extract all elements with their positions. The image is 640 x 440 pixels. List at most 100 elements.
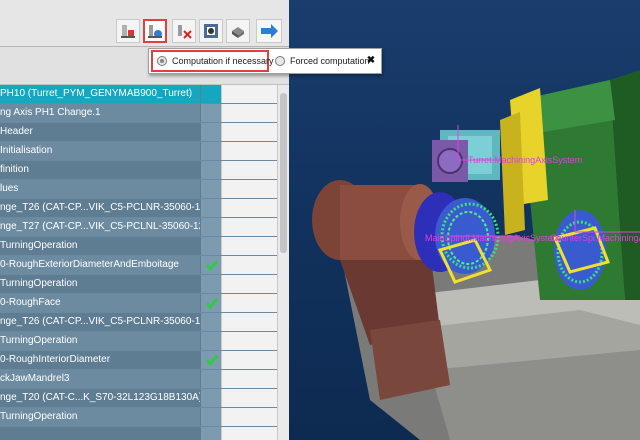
check-icon — [205, 298, 219, 310]
radio-forced[interactable] — [275, 56, 285, 66]
tree-row[interactable]: ng Axis PH1 Change.1 — [0, 104, 277, 123]
empty-cell — [221, 237, 277, 255]
tree-row-label: 0-RoughExteriorDiameterAndEmboitage — [0, 256, 200, 274]
tree-row[interactable] — [0, 427, 277, 440]
status-cell — [200, 123, 221, 141]
tree-row[interactable]: nge_T26 (CAT-CP...VIK_C5-PCLNR-35060-12)… — [0, 313, 277, 332]
radio-if-necessary[interactable] — [157, 56, 167, 66]
tree-row-label: TurningOperation — [0, 408, 200, 426]
empty-cell — [221, 161, 277, 179]
computation-mode-popup: Computation if necessary Forced computat… — [148, 48, 382, 74]
stock-button[interactable] — [226, 19, 250, 43]
status-cell — [200, 389, 221, 407]
tree-row-label: nge_T27 (CAT-CP...VIK_C5-PCLNL-35060-12)… — [0, 218, 200, 236]
tree-row-label: PH10 (Turret_PYM_GENYMAB900_Turret) — [0, 85, 200, 103]
empty-cell — [221, 142, 277, 160]
status-cell — [200, 218, 221, 236]
tree-row[interactable]: TurningOperation — [0, 332, 277, 351]
status-cell — [200, 427, 221, 440]
tree-row-label: nge_T20 (CAT-C...K_S70-32L123G18B130A)) — [0, 389, 200, 407]
empty-cell — [221, 427, 277, 440]
scroll-thumb[interactable] — [280, 93, 287, 253]
machine-simulation-button[interactable] — [199, 19, 223, 43]
status-cell — [200, 161, 221, 179]
empty-cell — [221, 351, 277, 369]
turret-axis-label: Turret.MachiningAxisSystem — [468, 155, 582, 165]
computation-if-necessary-label: Computation if necessary — [172, 56, 274, 66]
tree-row[interactable]: 0-RoughExteriorDiameterAndEmboitage — [0, 256, 277, 275]
arrow-right-icon — [261, 24, 278, 38]
tree-row-label: nge_T26 (CAT-CP...VIK_C5-PCLNR-35060-12)… — [0, 313, 200, 331]
tree-row-label: Initialisation — [0, 142, 200, 160]
check-icon — [205, 355, 219, 367]
status-cell — [200, 294, 221, 312]
status-cell — [200, 370, 221, 388]
tree-scrollbar[interactable] — [277, 85, 289, 440]
status-cell — [200, 199, 221, 217]
status-cell — [200, 332, 221, 350]
remove-computation-icon — [178, 25, 192, 39]
tree-row[interactable]: nge_T20 (CAT-C...K_S70-32L123G18B130A)) — [0, 389, 277, 408]
status-cell — [200, 313, 221, 331]
tree-row[interactable]: 0-RoughFace — [0, 294, 277, 313]
process-tree[interactable]: PH10 (Turret_PYM_GENYMAB900_Turret) ng Ax… — [0, 85, 277, 440]
counter-spindle-axis-label: CounterSpi.MachiningAxisSystem — [550, 233, 640, 243]
tree-row[interactable]: TurningOperation — [0, 237, 277, 256]
status-cell — [200, 351, 221, 369]
status-cell — [200, 408, 221, 426]
close-icon[interactable]: ✖ — [365, 54, 377, 68]
computation-if-necessary-option[interactable]: Computation if necessary — [151, 50, 274, 72]
tree-row-label: TurningOperation — [0, 237, 200, 255]
tree-row-label — [0, 427, 200, 440]
status-cell — [200, 142, 221, 160]
check-icon — [205, 260, 219, 272]
tree-row-label: 0-RoughInteriorDiameter — [0, 351, 200, 369]
tree-row[interactable]: 0-RoughInteriorDiameter — [0, 351, 277, 370]
tree-row-label: nge_T26 (CAT-CP...VIK_C5-PCLNR-35060-12)… — [0, 199, 200, 217]
empty-cell — [221, 180, 277, 198]
status-cell — [200, 180, 221, 198]
next-button[interactable] — [256, 19, 282, 43]
tool-holder-icon — [121, 25, 135, 38]
forced-computation-option[interactable]: Forced computation — [273, 50, 370, 72]
empty-cell — [221, 408, 277, 426]
tree-row-label: ckJawMandrel3 — [0, 370, 200, 388]
app-window: Turret.MachiningAxisSystem MainSpindl.Ma… — [0, 0, 640, 440]
status-cell — [200, 275, 221, 293]
empty-cell — [221, 313, 277, 331]
empty-cell — [221, 123, 277, 141]
tree-row[interactable]: finition — [0, 161, 277, 180]
tree-row[interactable]: nge_T27 (CAT-CP...VIK_C5-PCLNL-35060-12)… — [0, 218, 277, 237]
empty-cell — [221, 294, 277, 312]
status-cell — [200, 237, 221, 255]
tree-row[interactable]: Initialisation — [0, 142, 277, 161]
tree-row-label: TurningOperation — [0, 332, 200, 350]
tool-holder-button[interactable] — [116, 19, 140, 43]
tree-row[interactable]: ckJawMandrel3 — [0, 370, 277, 389]
empty-cell — [221, 85, 277, 103]
tree-row-label: Header — [0, 123, 200, 141]
tree-row[interactable]: Header — [0, 123, 277, 142]
tree-row[interactable]: TurningOperation — [0, 408, 277, 427]
compute-button[interactable] — [143, 19, 167, 43]
status-cell — [200, 256, 221, 274]
tree-row[interactable]: PH10 (Turret_PYM_GENYMAB900_Turret) — [0, 85, 277, 104]
stock-icon — [232, 27, 244, 38]
tree-row-label: finition — [0, 161, 200, 179]
toolbar — [0, 0, 289, 47]
tree-row-label: lues — [0, 180, 200, 198]
tree-row-label: ng Axis PH1 Change.1 — [0, 104, 200, 122]
empty-cell — [221, 199, 277, 217]
empty-cell — [221, 370, 277, 388]
tree-row-label: 0-RoughFace — [0, 294, 200, 312]
tree-row[interactable]: lues — [0, 180, 277, 199]
empty-cell — [221, 389, 277, 407]
tree-row[interactable]: TurningOperation — [0, 275, 277, 294]
remove-computation-button[interactable] — [172, 19, 196, 43]
forced-computation-label: Forced computation — [290, 56, 370, 66]
status-cell — [200, 85, 221, 103]
tree-row[interactable]: nge_T26 (CAT-CP...VIK_C5-PCLNR-35060-12)… — [0, 199, 277, 218]
status-cell — [200, 104, 221, 122]
empty-cell — [221, 218, 277, 236]
empty-cell — [221, 104, 277, 122]
